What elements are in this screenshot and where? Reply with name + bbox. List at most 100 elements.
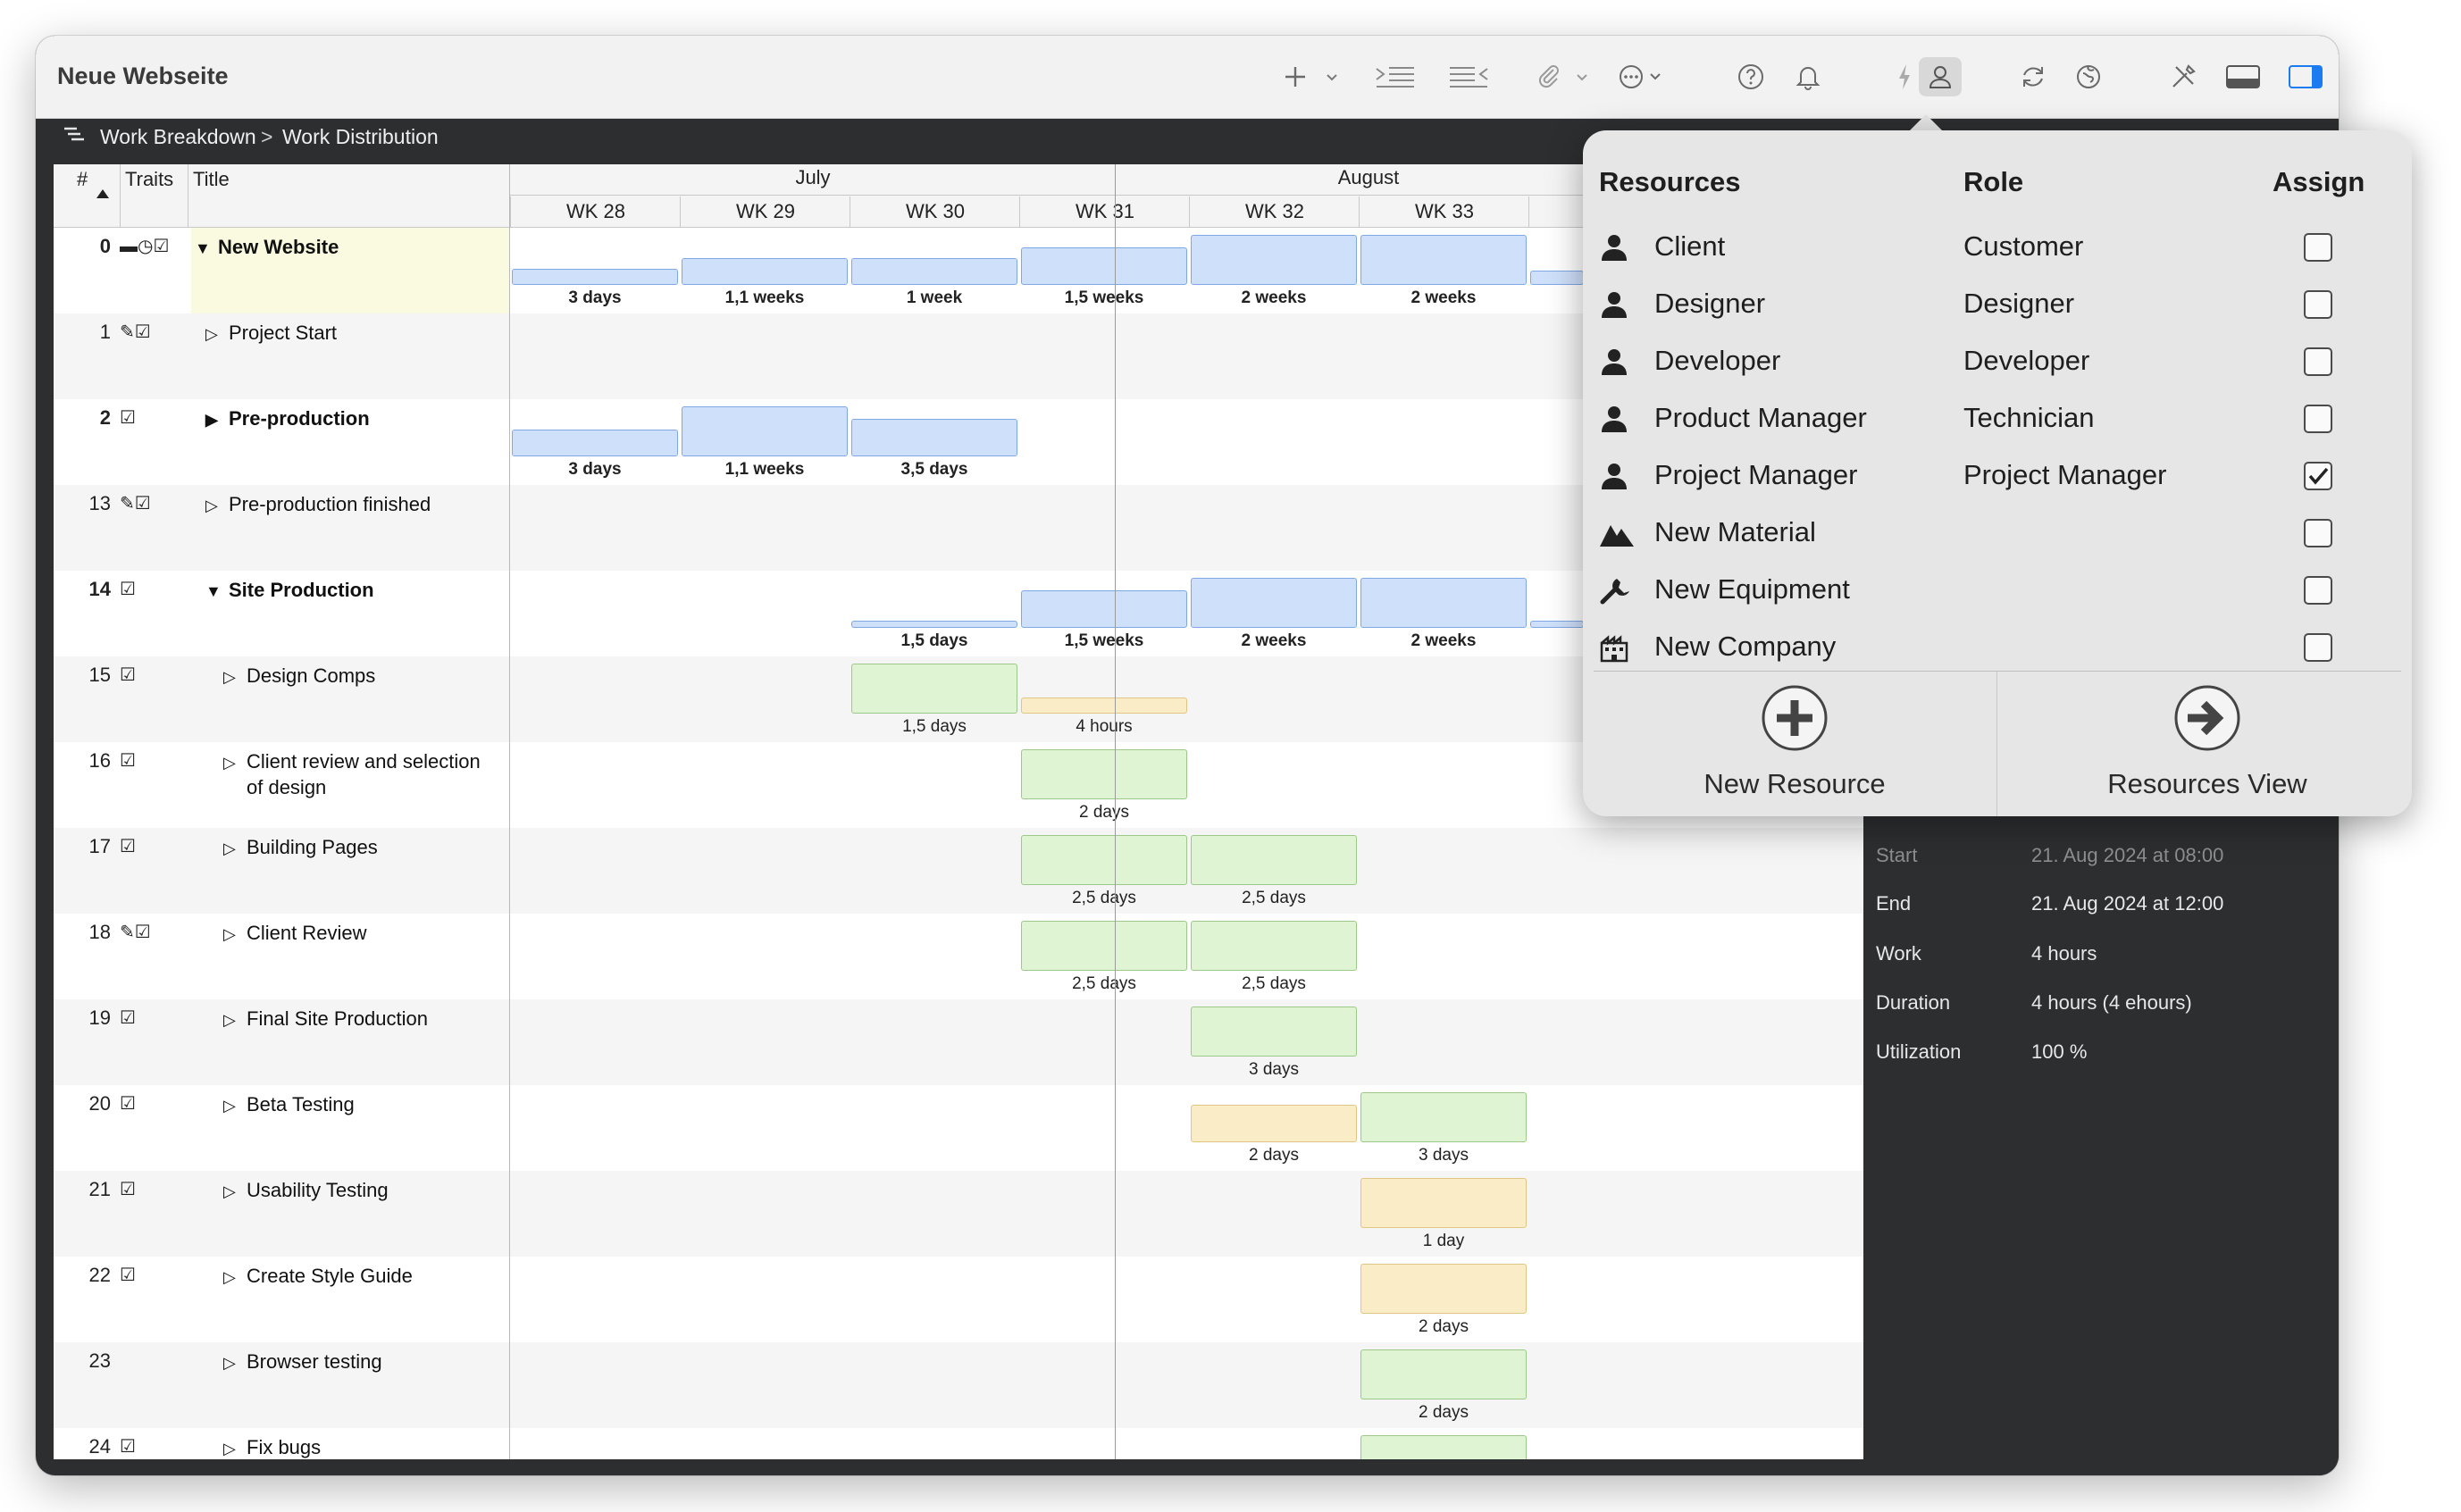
workload-bar-continuation[interactable] [1530,271,1584,285]
sync-globe-icon[interactable] [2069,57,2108,96]
workload-bar-continuation[interactable] [1530,621,1584,628]
disclosure-expanded-icon[interactable]: ▼ [205,580,223,604]
workload-bar[interactable] [1021,698,1187,714]
workload-bar[interactable] [1191,921,1357,971]
workload-bar[interactable] [1021,590,1187,628]
disclosure-collapsed-icon[interactable]: ▷ [223,837,241,861]
row-title[interactable]: ▶ Pre-production [205,406,370,432]
workload-bar[interactable] [1191,1105,1357,1142]
disclosure-collapsed-icon[interactable]: ▷ [223,1437,241,1459]
disclosure-collapsed-icon[interactable]: ▷ [223,1094,241,1118]
more-actions-icon[interactable] [1615,57,1669,96]
column-header-traits[interactable]: Traits [125,168,173,191]
assign-checkbox[interactable] [2304,576,2332,605]
workload-bar[interactable] [851,664,1017,714]
tools-icon[interactable] [2164,57,2203,96]
workload-bar[interactable] [1021,921,1187,971]
breadcrumb-work-distribution[interactable]: Work Distribution [282,125,439,149]
row-title[interactable]: ▷ Browser testing [223,1349,382,1375]
workload-bar[interactable] [682,258,848,285]
workload-bar[interactable] [1021,835,1187,885]
add-dropdown-chevron-icon[interactable] [1320,57,1344,96]
resource-row[interactable]: New Material [1583,505,2412,563]
workload-bar[interactable] [1191,1007,1357,1057]
workload-bar[interactable] [1021,749,1187,799]
notifications-bell-icon[interactable] [1788,57,1828,96]
workload-bar[interactable] [1191,835,1357,885]
disclosure-collapsed-icon[interactable]: ▷ [223,751,241,775]
resource-row[interactable]: Developer Developer [1583,334,2412,391]
resource-row[interactable]: New Equipment [1583,563,2412,620]
row-title[interactable]: ▷ Pre-production finished [205,492,431,518]
outdent-icon[interactable] [1442,57,1495,96]
assign-checkbox[interactable] [2304,633,2332,662]
workload-bar[interactable] [851,419,1017,456]
workload-bar[interactable] [1191,235,1357,285]
resource-row[interactable]: Designer Designer [1583,277,2412,334]
assign-checkbox[interactable] [2304,519,2332,547]
row-title[interactable]: ▼ Site Production [205,578,374,604]
new-resource-button[interactable]: New Resource [1594,684,1996,809]
row-title[interactable]: ▷ Fix bugs [223,1435,321,1459]
resources-person-icon[interactable] [1919,57,1962,96]
sidebar-toggle-icon[interactable] [2283,57,2328,96]
indent-icon[interactable] [1369,57,1422,96]
workload-bar[interactable] [1360,1092,1527,1142]
disclosure-collapsed-icon[interactable]: ▷ [223,1266,241,1290]
column-header-title[interactable]: Title [193,168,230,191]
assign-checkbox[interactable] [2304,290,2332,319]
workload-bar[interactable] [1360,1178,1527,1228]
resource-row[interactable]: New Company [1583,620,2412,677]
row-title[interactable]: ▷ Beta Testing [223,1092,355,1118]
column-header-number[interactable]: # [77,168,88,191]
link-dropdown-chevron-icon[interactable] [1570,57,1594,96]
row-title[interactable]: ▷ Create Style Guide [223,1264,413,1290]
assign-checkbox[interactable] [2304,347,2332,376]
row-title[interactable]: ▷ Design Comps [223,664,375,689]
row-title[interactable]: ▷ Final Site Production [223,1007,428,1032]
resource-row[interactable]: Project Manager Project Manager [1583,448,2412,505]
link-icon[interactable] [1529,57,1569,96]
workload-bar[interactable] [1360,1435,1527,1459]
row-title[interactable]: ▷ Usability Testing [223,1178,389,1204]
table-row[interactable]: 21 ☑ ▷ Usability Testing 1 day [54,1171,1863,1257]
refresh-icon[interactable] [2013,57,2053,96]
workload-bar[interactable] [851,258,1017,285]
assign-checkbox[interactable] [2304,405,2332,433]
workload-bar[interactable] [512,430,678,456]
disclosure-collapsed-icon[interactable]: ▷ [223,923,241,947]
workload-bar[interactable] [512,269,678,285]
help-icon[interactable] [1731,57,1770,96]
table-row[interactable]: 24 ☑ ▷ Fix bugs [54,1428,1863,1459]
disclosure-collapsed-icon[interactable]: ▷ [205,494,223,518]
disclosure-collapsed-icon[interactable]: ▷ [223,665,241,689]
table-row[interactable]: 19 ☑ ▷ Final Site Production 3 days [54,999,1863,1085]
workload-bar[interactable] [1360,1349,1527,1399]
table-row[interactable]: 17 ☑ ▷ Building Pages 2,5 days 2,5 days [54,828,1863,914]
disclosure-collapsed-icon[interactable]: ▷ [223,1351,241,1375]
row-title[interactable]: ▷ Project Start [205,321,337,347]
resource-row[interactable]: Client Customer [1583,220,2412,277]
row-title[interactable]: ▷ Client review and selection of design [223,749,481,799]
row-title[interactable]: ▷ Client Review [223,921,367,947]
row-title[interactable]: ▷ Building Pages [223,835,378,861]
workload-bar[interactable] [1021,247,1187,285]
bottom-panel-toggle-icon[interactable] [2221,57,2265,96]
resource-row[interactable]: Product Manager Technician [1583,391,2412,448]
workload-bar[interactable] [1360,578,1527,628]
disclosure-collapsed-icon[interactable]: ▷ [223,1008,241,1032]
workload-bar[interactable] [1360,1264,1527,1314]
table-row[interactable]: 22 ☑ ▷ Create Style Guide 2 days [54,1257,1863,1342]
workload-bar[interactable] [1191,578,1357,628]
breadcrumb-work-breakdown[interactable]: Work Breakdown [100,125,256,149]
disclosure-collapsed-icon[interactable]: ▶ [205,408,223,432]
workload-bar[interactable] [1360,235,1527,285]
disclosure-collapsed-icon[interactable]: ▷ [205,322,223,347]
table-row[interactable]: 18 ✎☑ ▷ Client Review 2,5 days 2,5 days [54,914,1863,999]
assign-checkbox[interactable] [2304,462,2332,490]
table-row[interactable]: 20 ☑ ▷ Beta Testing 2 days 3 days [54,1085,1863,1171]
add-icon[interactable] [1268,57,1322,96]
workload-bar[interactable] [851,621,1017,628]
disclosure-expanded-icon[interactable]: ▼ [195,237,213,261]
assign-checkbox[interactable] [2304,233,2332,262]
